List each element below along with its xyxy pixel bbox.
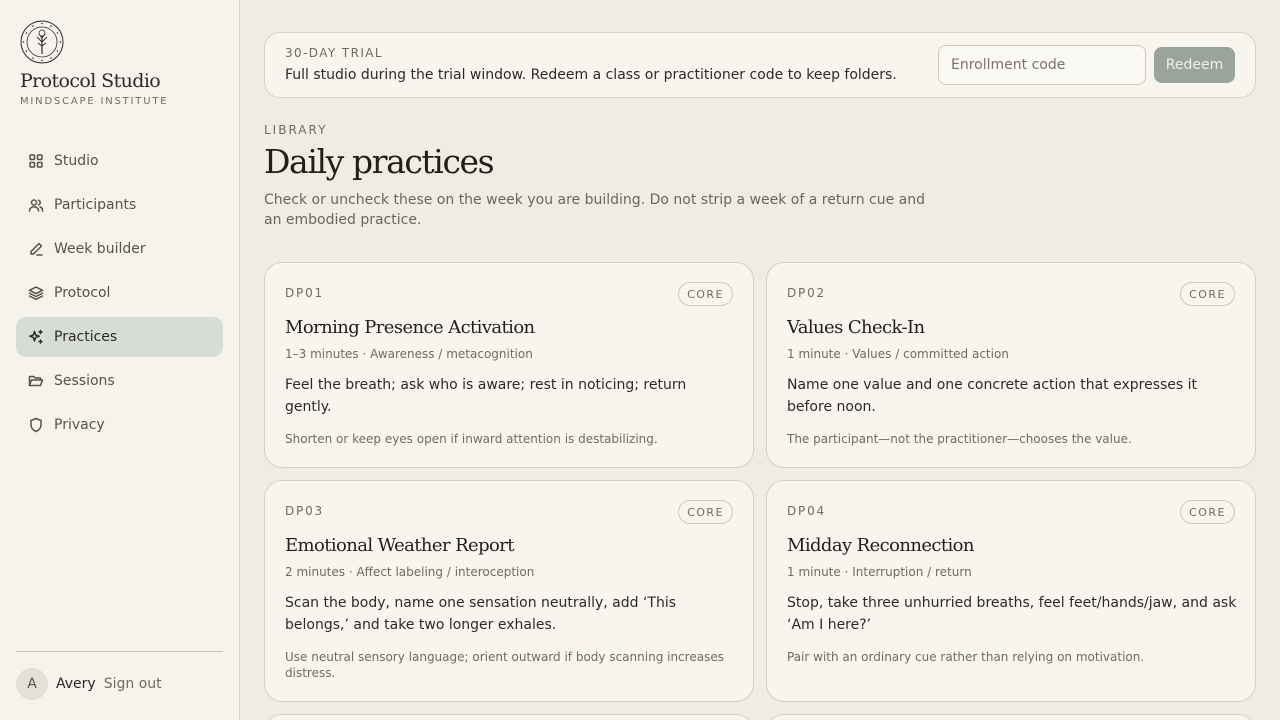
core-badge: CORE <box>1180 500 1235 524</box>
grid-icon <box>28 153 44 169</box>
practice-title: Emotional Weather Report <box>285 535 515 556</box>
practice-id: DP04 <box>787 504 826 518</box>
core-badge: CORE <box>678 500 733 524</box>
user-area: A Avery Sign out <box>16 668 162 700</box>
practice-note: Pair with an ordinary cue rather than re… <box>787 650 1145 664</box>
section-eyebrow: LIBRARY <box>264 123 328 137</box>
sidebar-item-label: Sessions <box>54 373 115 389</box>
practice-note: Use neutral sensory language; orient out… <box>285 650 724 680</box>
practice-meta: 1–3 minutes · Awareness / metacognition <box>285 347 533 361</box>
layers-icon <box>28 285 44 301</box>
tree-seal-icon[interactable] <box>20 20 64 64</box>
trial-banner: 30-DAY TRIAL Full studio during the tria… <box>264 32 1256 98</box>
practice-note: The participant—not the practitioner—cho… <box>787 432 1132 446</box>
brand-subtitle: MINDSCAPE INSTITUTE <box>20 96 169 107</box>
core-badge: CORE <box>1180 282 1235 306</box>
sparkle-icon <box>28 329 44 345</box>
practice-body: Feel the breath; ask who is aware; rest … <box>285 377 687 415</box>
sidebar-divider <box>16 651 223 652</box>
practice-title: Morning Presence Activation <box>285 317 535 338</box>
practice-note: Shorten or keep eyes open if inward atte… <box>285 432 658 446</box>
user-name: Avery <box>56 676 96 692</box>
practice-body: Scan the body, name one sensation neutra… <box>285 595 677 633</box>
sidebar-item-label: Protocol <box>54 285 111 301</box>
users-icon <box>28 197 44 213</box>
practice-title: Values Check-In <box>787 317 925 338</box>
sidebar-item-week-builder[interactable]: Week builder <box>16 229 223 269</box>
sidebar-item-label: Studio <box>54 153 99 169</box>
practice-meta: 1 minute · Interruption / return <box>787 565 972 579</box>
sidebar: Protocol Studio MINDSCAPE INSTITUTE Stud… <box>0 0 240 720</box>
practice-id: DP03 <box>285 504 324 518</box>
sidebar-item-practices[interactable]: Practices <box>16 317 223 357</box>
enrollment-code-input[interactable] <box>938 45 1146 85</box>
sidebar-item-label: Practices <box>54 329 118 345</box>
practice-id: DP01 <box>285 286 324 300</box>
redeem-button[interactable]: Redeem <box>1154 47 1235 83</box>
sidebar-item-privacy[interactable]: Privacy <box>16 405 223 445</box>
practice-body: Stop, take three unhurried breaths, feel… <box>787 595 1237 633</box>
pencil-icon <box>28 241 44 257</box>
sidebar-item-label: Privacy <box>54 417 105 433</box>
practice-meta: 2 minutes · Affect labeling / interocept… <box>285 565 535 579</box>
sidebar-item-label: Week builder <box>54 241 146 257</box>
practice-card[interactable]: DP02 CORE Values Check-In 1 minute · Val… <box>766 262 1256 468</box>
practice-card-partial[interactable] <box>766 714 1256 720</box>
practice-card-partial[interactable] <box>264 714 754 720</box>
sidebar-item-sessions[interactable]: Sessions <box>16 361 223 401</box>
practice-card[interactable]: DP03 CORE Emotional Weather Report 2 min… <box>264 480 754 702</box>
sidebar-item-studio[interactable]: Studio <box>16 141 223 181</box>
trial-label: 30-DAY TRIAL <box>285 46 383 60</box>
sign-out-link[interactable]: Sign out <box>104 676 162 692</box>
sidebar-item-protocol[interactable]: Protocol <box>16 273 223 313</box>
shield-icon <box>28 417 44 433</box>
page-title: Daily practices <box>264 142 495 181</box>
sidebar-item-label: Participants <box>54 197 137 213</box>
page-description: Check or uncheck these on the week you a… <box>264 192 926 228</box>
sidebar-nav: Studio Participants Week builder Protoco… <box>16 141 223 449</box>
practice-title: Midday Reconnection <box>787 535 975 556</box>
sidebar-item-participants[interactable]: Participants <box>16 185 223 225</box>
practice-meta: 1 minute · Values / committed action <box>787 347 1009 361</box>
practice-card[interactable]: DP01 CORE Morning Presence Activation 1–… <box>264 262 754 468</box>
brand-title: Protocol Studio <box>20 70 161 92</box>
practice-body: Name one value and one concrete action t… <box>787 377 1198 415</box>
folder-open-icon <box>28 373 44 389</box>
avatar[interactable]: A <box>16 668 48 700</box>
trial-text: Full studio during the trial window. Red… <box>285 67 897 83</box>
practice-id: DP02 <box>787 286 826 300</box>
practice-card[interactable]: DP04 CORE Midday Reconnection 1 minute ·… <box>766 480 1256 702</box>
core-badge: CORE <box>678 282 733 306</box>
